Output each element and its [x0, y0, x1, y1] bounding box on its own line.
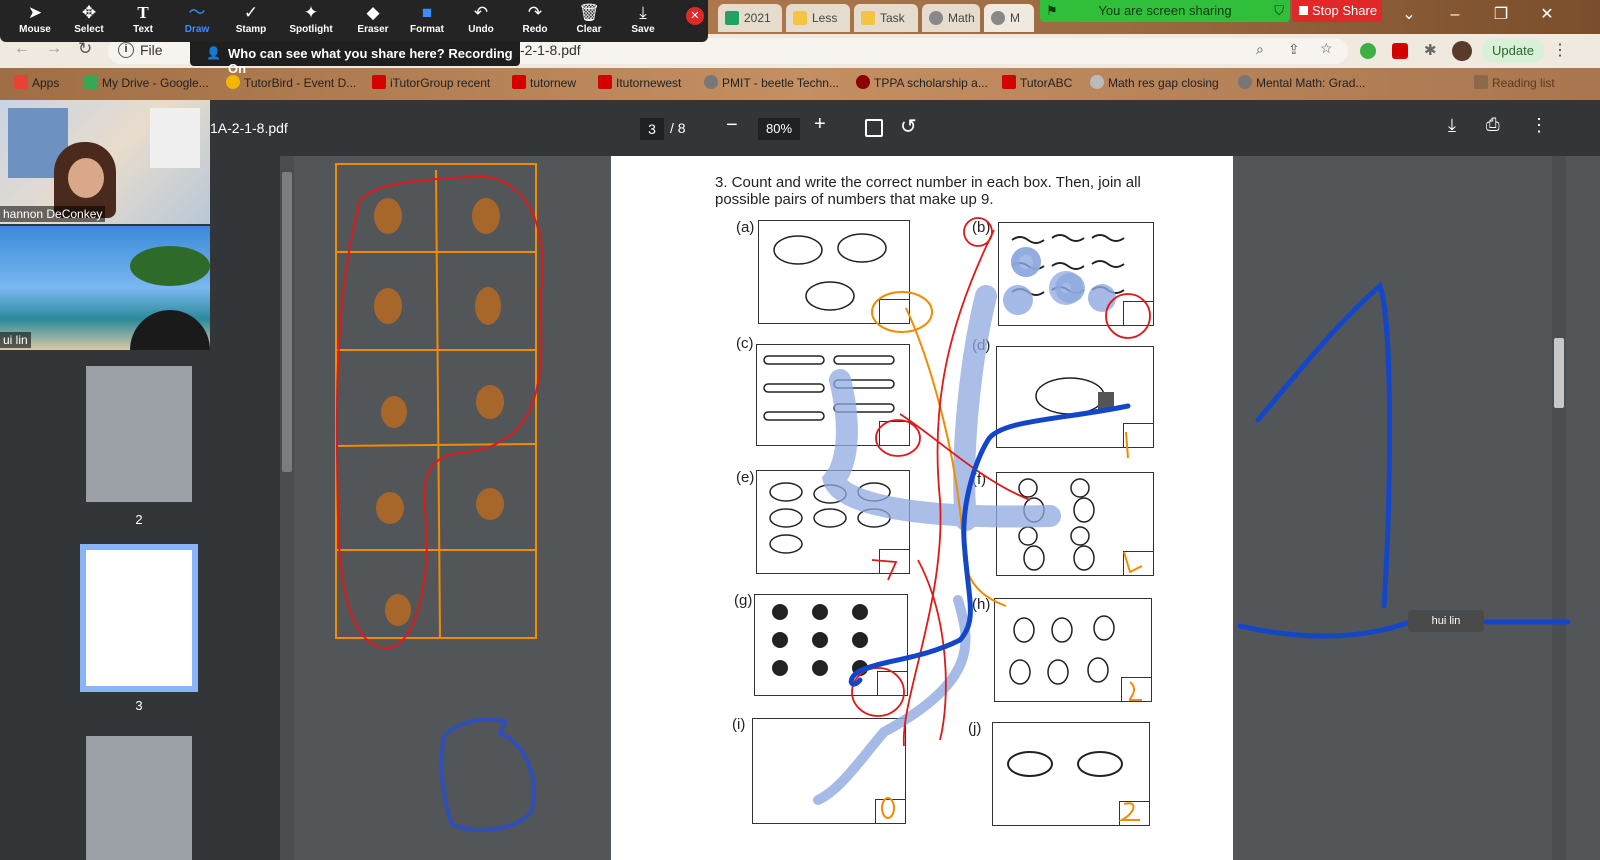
annotator-cursor-tag: hui lin — [1408, 610, 1484, 632]
annotation-layer-right — [1237, 281, 1571, 639]
